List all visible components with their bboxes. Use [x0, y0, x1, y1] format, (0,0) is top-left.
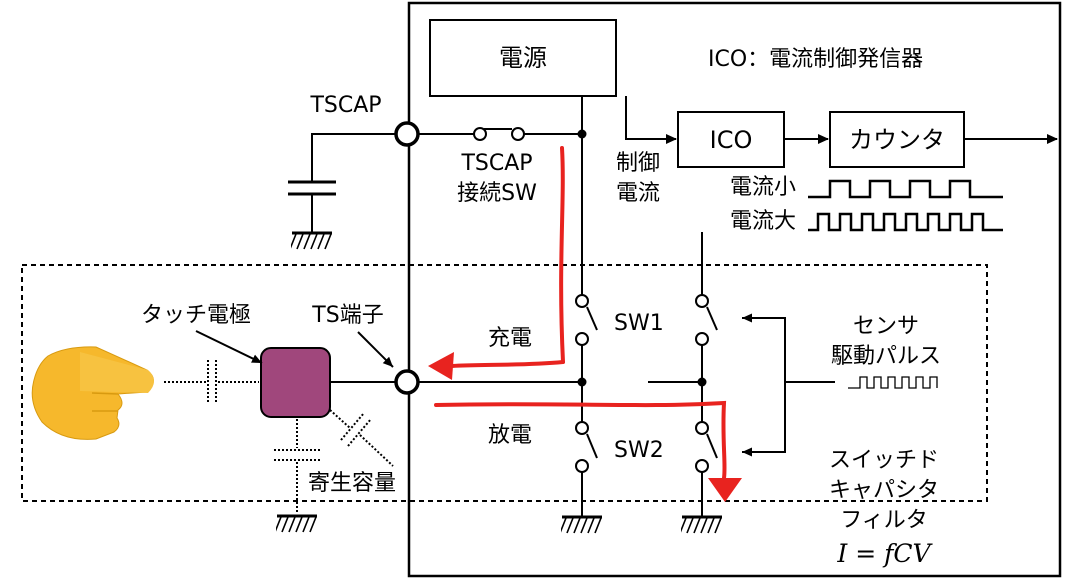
switched-capacitor-touch-sensor-diagram: 電源 ICO：電流制御発信器 ICO カウンタ 制御 電流 電流小 電流大 TS… — [21, 1, 1062, 578]
ico-label: ICO — [710, 126, 753, 154]
ico-legend: ICO：電流制御発信器 — [708, 47, 923, 72]
charge-current-path — [559, 146, 565, 364]
ts-terminal-label: TS端子 — [311, 303, 383, 328]
ground-icon — [561, 515, 603, 535]
sensor-pulse-label-1: センサ — [853, 314, 919, 339]
sensor-pulse-label-2: 駆動パルス — [831, 344, 941, 369]
tscap-capacitor — [288, 133, 407, 251]
sw2-label: SW2 — [614, 438, 664, 463]
ground-icon — [291, 231, 333, 251]
pointing-finger-icon — [31, 346, 154, 440]
filter-label-1: スイッチド — [829, 448, 939, 473]
sw1-label: SW1 — [614, 311, 664, 336]
filter-label-2: キャパシタ — [829, 478, 939, 503]
formula: I = fCV — [836, 539, 933, 568]
finger-coupling-capacitor — [164, 360, 259, 404]
tscap-sw-label-2: 接続SW — [457, 181, 537, 206]
power-label: 電源 — [499, 44, 547, 72]
ground-icon — [276, 514, 318, 534]
tscap-sw-label-1: TSCAP — [460, 151, 532, 176]
current-large-label: 電流大 — [730, 209, 796, 234]
current-small-label: 電流小 — [730, 175, 796, 200]
counter-label: カウンタ — [849, 126, 945, 154]
touch-electrode — [260, 347, 331, 418]
control-current-arrow — [625, 96, 677, 144]
ts-pin — [394, 369, 420, 395]
current-small-waveform — [808, 179, 1003, 199]
tscap-label: TSCAP — [309, 93, 381, 118]
discharge-arrowhead — [708, 478, 742, 502]
sensor-pulse-waveform — [848, 376, 938, 389]
sw2-right-switch — [695, 421, 718, 473]
discharge-label: 放電 — [488, 423, 532, 448]
ico-block: ICO — [677, 111, 785, 168]
current-large-waveform — [808, 212, 1003, 232]
parasitic-capacitor-down — [274, 419, 320, 514]
charge-arrowhead — [428, 352, 454, 380]
sensor-pulse-bracket — [742, 317, 786, 453]
charge-label: 充電 — [488, 326, 532, 351]
touch-electrode-label: タッチ電極 — [141, 303, 251, 328]
sw1-right-switch — [695, 294, 718, 346]
control-current-label-1: 制御 — [616, 151, 660, 176]
parasitic-capacitor-diagonal — [329, 409, 394, 467]
ground-icon — [681, 515, 723, 535]
filter-label-3: フィルタ — [840, 508, 928, 533]
sw2-left-switch — [575, 421, 598, 473]
power-block: 電源 — [429, 19, 617, 97]
parasitic-label: 寄生容量 — [308, 471, 396, 496]
tscap-switch — [418, 127, 582, 141]
counter-block: カウンタ — [829, 111, 965, 168]
junction-dot — [577, 129, 587, 139]
junction-dot — [697, 377, 707, 387]
control-current-label-2: 電流 — [616, 181, 660, 206]
sw1-left-switch — [575, 294, 598, 346]
tscap-pin — [394, 121, 420, 147]
